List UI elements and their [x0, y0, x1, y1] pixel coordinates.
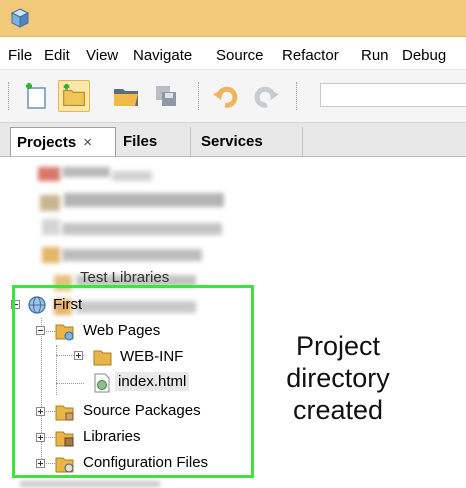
undo-button[interactable]	[210, 80, 242, 112]
menu-run[interactable]: Run	[361, 47, 389, 64]
tab-services-label: Services	[201, 133, 263, 150]
new-project-button[interactable]	[58, 80, 90, 112]
redacted-text	[64, 193, 224, 207]
configuration-combo[interactable]	[320, 83, 466, 107]
open-project-button[interactable]	[110, 80, 142, 112]
redo-button[interactable]	[250, 80, 282, 112]
panel-tabs: Projects × Files Services	[0, 123, 466, 157]
annotation-line-2: directory	[286, 363, 390, 393]
save-icon	[156, 86, 176, 106]
menu-debug[interactable]: Debug	[402, 47, 446, 64]
redacted-text	[62, 223, 222, 235]
tab-files-label: Files	[123, 133, 158, 150]
new-project-icon	[63, 83, 85, 106]
tab-projects[interactable]: Projects ×	[10, 127, 116, 156]
annotation-line-3: created	[292, 395, 384, 425]
undo-icon	[213, 86, 238, 108]
redacted-text	[112, 171, 152, 181]
redacted-icon	[40, 195, 60, 211]
menu-bar: File Edit View Navigate Source Refactor …	[0, 37, 466, 69]
tab-files[interactable]: Files	[117, 127, 191, 156]
toolbar	[0, 70, 466, 123]
highlight-box	[12, 285, 254, 478]
redacted-text	[62, 167, 110, 177]
redacted-icon	[38, 167, 60, 181]
app-cube-icon	[10, 8, 30, 28]
menu-view[interactable]: View	[86, 47, 118, 64]
tab-services[interactable]: Services	[193, 127, 303, 156]
new-file-button[interactable]	[20, 80, 52, 112]
redacted-text	[62, 249, 202, 261]
title-bar	[0, 0, 466, 37]
annotation-line-1: Project	[295, 331, 381, 361]
menu-refactor[interactable]: Refactor	[282, 47, 339, 64]
save-all-button[interactable]	[150, 80, 182, 112]
redacted-text	[20, 481, 160, 487]
redacted-icon	[42, 219, 60, 235]
close-icon[interactable]: ×	[83, 134, 92, 151]
menu-edit[interactable]: Edit	[44, 47, 70, 64]
redo-icon	[254, 86, 279, 108]
menu-source[interactable]: Source	[216, 47, 264, 64]
tab-projects-label: Projects	[17, 134, 77, 151]
new-file-icon	[26, 83, 46, 109]
redacted-icon	[42, 247, 60, 263]
open-folder-icon	[114, 89, 138, 106]
toolbar-grip-2	[198, 82, 201, 110]
toolbar-grip-3	[296, 82, 299, 110]
annotation-callout: Project directory created	[268, 330, 408, 426]
toolbar-grip[interactable]	[8, 82, 11, 110]
menu-navigate[interactable]: Navigate	[133, 47, 192, 64]
menu-file[interactable]: File	[8, 47, 32, 64]
